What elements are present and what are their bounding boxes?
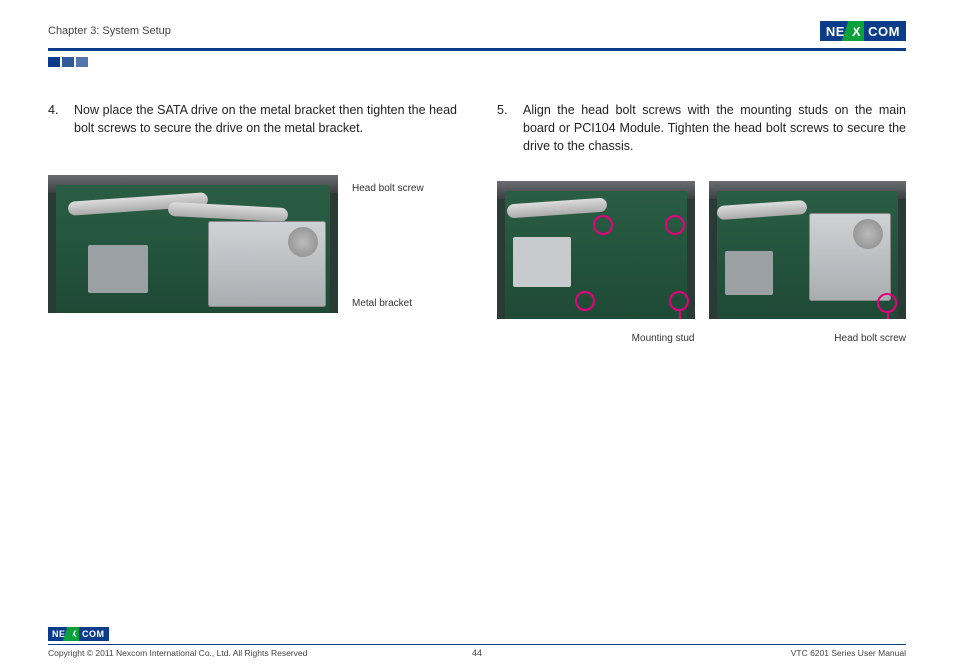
left-column: 4. Now place the SATA drive on the metal… [48, 101, 457, 344]
footer-rule [48, 644, 906, 646]
photo-sata-bracket [48, 175, 338, 313]
header-rule [48, 48, 906, 51]
content-columns: 4. Now place the SATA drive on the metal… [48, 101, 906, 344]
copyright-text: Copyright © 2011 Nexcom International Co… [48, 648, 307, 658]
figure-head-bolt-screw: Head bolt screw [709, 181, 907, 344]
figure-step-4: Head bolt screw Metal bracket [48, 175, 457, 313]
logo-part-x: X [849, 21, 864, 41]
decorative-squares [48, 57, 906, 67]
step-number: 5. [497, 101, 515, 155]
right-column: 5. Align the head bolt screws with the m… [497, 101, 906, 344]
page-header: Chapter 3: System Setup NE X COM [48, 18, 906, 44]
step-number: 4. [48, 101, 66, 137]
photo-mainboard-studs [497, 181, 695, 319]
page-footer: NE X COM Copyright © 2011 Nexcom Interna… [48, 626, 906, 659]
step-4: 4. Now place the SATA drive on the metal… [48, 101, 457, 137]
nexcom-logo-footer: NE X COM [48, 627, 109, 641]
logo-part-com: COM [864, 21, 906, 41]
step-text: Now place the SATA drive on the metal br… [74, 101, 457, 137]
chapter-title: Chapter 3: System Setup [48, 25, 171, 37]
figure-labels: Head bolt screw Metal bracket [352, 175, 424, 313]
page-number: 44 [472, 648, 482, 658]
caption-head-bolt-screw: Head bolt screw [709, 333, 907, 344]
step-5: 5. Align the head bolt screws with the m… [497, 101, 906, 155]
caption-mounting-stud: Mounting stud [497, 333, 695, 344]
photo-drive-in-chassis [709, 181, 907, 319]
step-text: Align the head bolt screws with the moun… [523, 101, 906, 155]
label-head-bolt-screw: Head bolt screw [352, 183, 424, 194]
label-metal-bracket: Metal bracket [352, 298, 424, 309]
manual-title: VTC 6201 Series User Manual [791, 648, 906, 658]
figure-mounting-stud: Mounting stud [497, 181, 695, 344]
figure-step-5: Mounting stud Head bolt screw [497, 181, 906, 344]
nexcom-logo: NE X COM [820, 21, 906, 41]
